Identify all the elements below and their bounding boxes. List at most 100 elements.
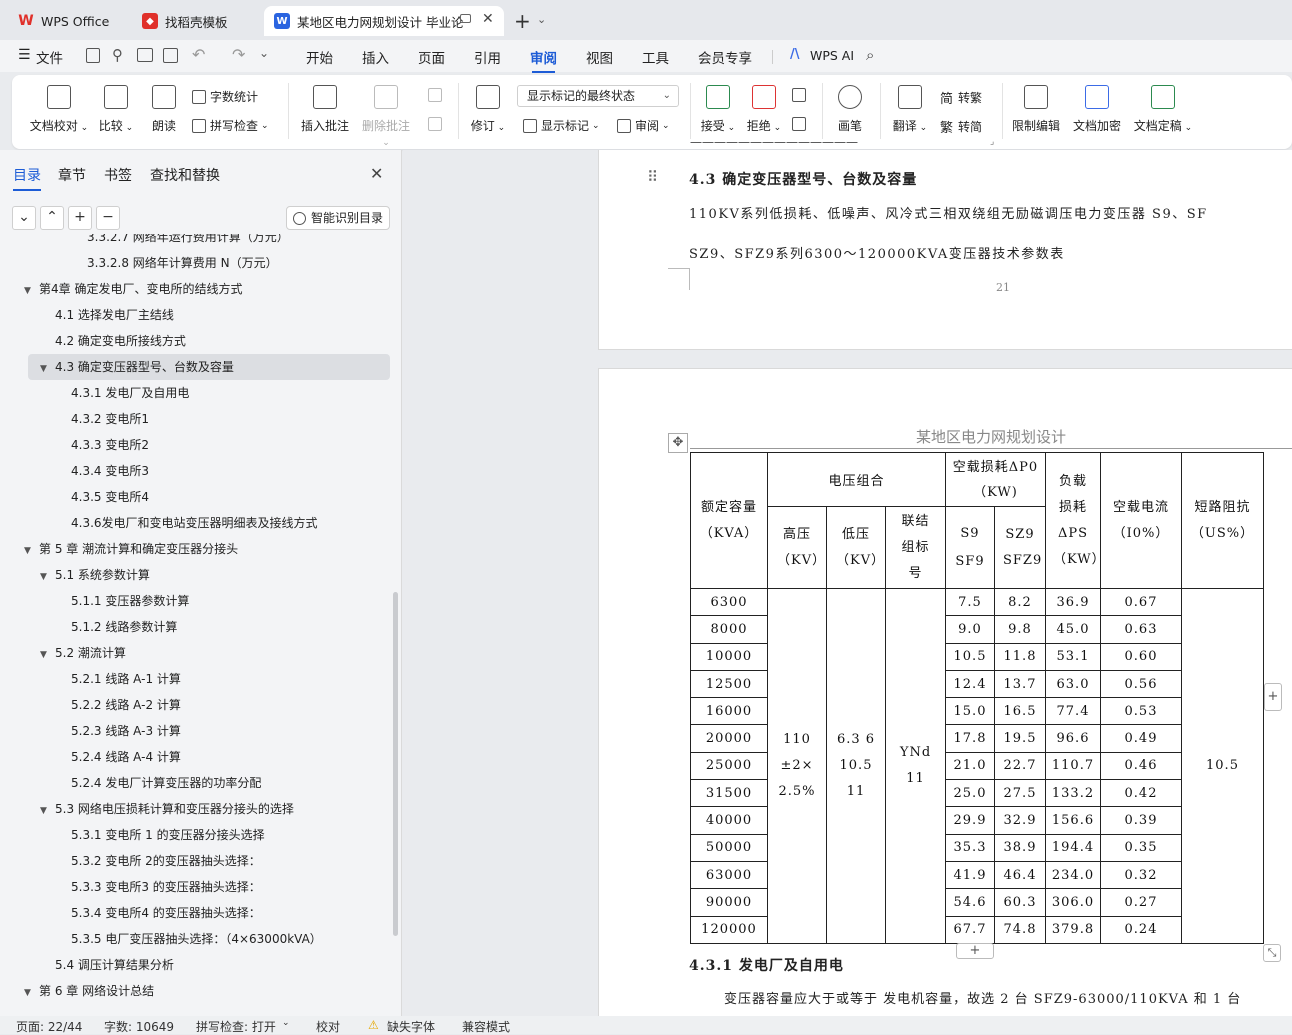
revise-button[interactable]: 修订 ⌄	[468, 85, 508, 134]
toc-item[interactable]: ▼ 4.3 确定变压器型号、台数及容量	[28, 354, 390, 380]
toc-item[interactable]: ▼ 第4章 确定发电厂、变电所的结线方式	[0, 276, 402, 302]
page-indicator[interactable]: 页面: 22/44	[16, 1018, 82, 1035]
collapse-all-button[interactable]: ⌄	[12, 206, 36, 230]
menu-page[interactable]: 页面	[418, 47, 445, 67]
markup-state-select[interactable]: 显示标记的最终状态 ⌄	[517, 85, 679, 107]
toc-item[interactable]: 4.2 确定变电所接线方式	[0, 328, 402, 354]
scrollbar-thumb[interactable]	[393, 592, 398, 936]
menu-member[interactable]: 会员专享	[698, 47, 752, 67]
word-count-button[interactable]: 字数统计	[192, 88, 258, 105]
toc-item[interactable]: 4.1 选择发电厂主结线	[0, 302, 402, 328]
tab-toc[interactable]: 目录	[13, 165, 41, 191]
delete-comment-button[interactable]: 删除批注 ⌄	[358, 85, 414, 148]
new-tab-plus-icon[interactable]: +	[514, 9, 531, 33]
proofread-status[interactable]: 校对	[316, 1018, 340, 1035]
expand-arrow-icon[interactable]: ▼	[40, 356, 50, 382]
toc-item[interactable]: ▼ 第 6 章 网络设计总结	[0, 978, 402, 1004]
add-row-button[interactable]: +	[956, 943, 994, 959]
save-icon[interactable]	[86, 48, 100, 63]
tab-docer[interactable]: ◆ 找稻壳模板	[132, 6, 260, 36]
toc-item[interactable]: 4.3.3 变电所2	[0, 432, 402, 458]
print-preview-icon[interactable]	[163, 48, 178, 63]
print-icon[interactable]	[137, 48, 153, 62]
menu-wps-ai[interactable]: WPS AI	[810, 48, 854, 63]
toc-item[interactable]: 5.3.3 变电所3 的变压器抽头选择：	[0, 874, 402, 900]
add-column-button[interactable]: +	[1264, 683, 1282, 711]
toc-item[interactable]: 5.2.2 线路 A-2 计算	[0, 692, 402, 718]
menu-insert[interactable]: 插入	[362, 47, 389, 67]
redo-icon[interactable]: ↷	[232, 45, 245, 64]
expand-arrow-icon[interactable]: ▼	[40, 564, 50, 590]
undo-icon[interactable]: ↶	[192, 45, 205, 64]
next-comment-button[interactable]	[428, 117, 446, 131]
show-markup-button[interactable]: 显示标记 ⌄	[523, 117, 600, 134]
spell-check-status[interactable]: 拼写检查: 打开	[196, 1018, 276, 1035]
restrict-edit-button[interactable]: 限制编辑	[1010, 85, 1062, 134]
menu-review[interactable]: 审阅	[530, 47, 557, 73]
table-resize-handle-icon[interactable]: ⤡	[1263, 944, 1281, 962]
toc-item[interactable]: 5.1.2 线路参数计算	[0, 614, 402, 640]
toc-item[interactable]: ▼ 5.2 潮流计算	[0, 640, 402, 666]
menu-view[interactable]: 视图	[586, 47, 613, 67]
smart-toc-button[interactable]: 智能识别目录	[286, 206, 390, 230]
toc-item[interactable]: 4.3.2 变电所1	[0, 406, 402, 432]
word-count-status[interactable]: 字数: 10649	[104, 1018, 174, 1035]
toc-item[interactable]: 5.3.5 电厂变压器抽头选择：（4×63000kVA）	[0, 926, 402, 952]
expand-arrow-icon[interactable]: ▼	[40, 642, 50, 668]
toc-item[interactable]: 5.3.4 变电所4 的变压器抽头选择：	[0, 900, 402, 926]
toc-item[interactable]: 3.3.2.8 网络年计算费用 N（万元）	[0, 250, 402, 276]
next-change-button[interactable]	[792, 117, 810, 131]
toc-item[interactable]: ▼ 5.1 系统参数计算	[0, 562, 402, 588]
toc-item[interactable]: 4.3.6发电厂和变电站变压器明细表及接线方式	[0, 510, 402, 536]
toc-item[interactable]: 5.2.1 线路 A-1 计算	[0, 666, 402, 692]
menu-file[interactable]: 文件	[36, 47, 63, 67]
expand-arrow-icon[interactable]: ▼	[24, 278, 34, 304]
compare-button[interactable]: 比较 ⌄	[96, 85, 136, 134]
toc-item[interactable]: ▼ 5.3 网络电压损耗计算和变压器分接头的选择	[0, 796, 402, 822]
tab-document[interactable]: W 某地区电力网规划设计 毕业论 ✕	[264, 6, 504, 36]
add-heading-button[interactable]: +	[68, 206, 92, 230]
remove-heading-button[interactable]: −	[96, 206, 120, 230]
toc-item[interactable]: 5.2.4 发电厂计算变压器的功率分配	[0, 770, 402, 796]
review-pane-button[interactable]: 审阅 ⌄	[617, 117, 670, 134]
toc-item[interactable]: 3.3.2.7 网络年运行费用计算（万元）	[0, 234, 402, 250]
toc-item[interactable]: 5.3.2 变电所 2的变压器抽头选择：	[0, 848, 402, 874]
toc-item[interactable]: 5.3.1 变电所 1 的变压器分接头选择	[0, 822, 402, 848]
chevron-down-icon[interactable]: ⌄	[537, 13, 546, 26]
tab-sections[interactable]: 章节	[58, 165, 86, 185]
accept-button[interactable]: 接受 ⌄	[698, 85, 738, 134]
drag-handle-icon[interactable]: ⠿	[647, 168, 658, 186]
finalize-button[interactable]: 文档定稿 ⌄	[1132, 85, 1194, 134]
table-move-handle-icon[interactable]: ✥	[668, 433, 688, 453]
missing-font-status[interactable]: 缺失字体	[387, 1018, 435, 1035]
menu-tools[interactable]: 工具	[642, 47, 669, 67]
encrypt-button[interactable]: 文档加密	[1070, 85, 1124, 134]
toc-item[interactable]: 5.2.3 线路 A-3 计算	[0, 718, 402, 744]
share-icon[interactable]: ⚲	[112, 46, 123, 64]
expand-up-button[interactable]: ⌃	[40, 206, 64, 230]
search-icon[interactable]: ⌕	[866, 46, 874, 64]
prev-comment-button[interactable]	[428, 88, 446, 102]
toc-item[interactable]: 5.4 调压计算结果分析	[0, 952, 402, 978]
toc-item[interactable]: 4.3.4 变电所3	[0, 458, 402, 484]
translate-button[interactable]: 翻译 ⌄	[890, 85, 930, 134]
tab-wps-office[interactable]: W WPS Office	[8, 6, 123, 36]
tab-bookmarks[interactable]: 书签	[104, 165, 132, 185]
close-tab-icon[interactable]: ✕	[482, 11, 494, 27]
toc-item[interactable]: 5.2.4 线路 A-4 计算	[0, 744, 402, 770]
spell-check-button[interactable]: 拼写检查 ⌄	[192, 117, 269, 134]
close-pane-icon[interactable]: ✕	[370, 164, 383, 183]
reject-button[interactable]: 拒绝 ⌄	[744, 85, 784, 134]
more-chevron-icon[interactable]: ⌄	[259, 46, 269, 60]
toc-item[interactable]: ▼ 第 5 章 潮流计算和确定变压器分接头	[0, 536, 402, 562]
screen-icon[interactable]	[460, 14, 471, 23]
prev-change-button[interactable]	[792, 88, 810, 102]
toc-item[interactable]: 4.3.1 发电厂及自用电	[0, 380, 402, 406]
to-traditional-button[interactable]: 简转繁	[940, 88, 982, 107]
to-simplified-button[interactable]: 繁转简	[940, 117, 982, 136]
read-aloud-button[interactable]: 朗读	[146, 85, 182, 134]
expand-arrow-icon[interactable]: ▼	[24, 538, 34, 564]
doc-check-button[interactable]: 文档校对 ⌄	[28, 85, 90, 134]
expand-arrow-icon[interactable]: ▼	[24, 980, 34, 1006]
insert-comment-button[interactable]: 插入批注	[298, 85, 352, 134]
